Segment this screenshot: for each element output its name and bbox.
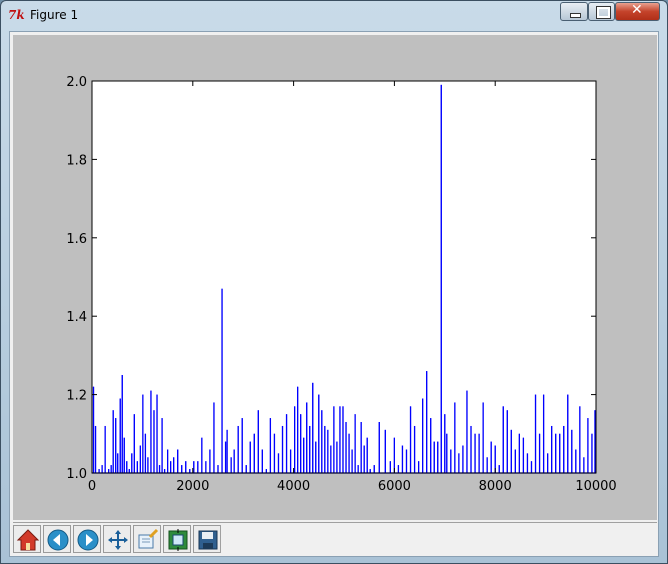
home-icon (16, 529, 40, 551)
y-tick-label: 1.2 (66, 389, 87, 404)
y-tick-label: 1.6 (66, 232, 87, 247)
x-tick-label: 6000 (378, 479, 411, 494)
pan-button[interactable] (103, 525, 131, 553)
home-button[interactable] (13, 525, 41, 553)
plot-area[interactable]: 0 2000 4000 6000 8000 10000 1.0 1.2 1.4 1.6 1.8 2.0 (13, 35, 657, 520)
maximize-icon (596, 6, 611, 19)
figure-window: 7k Figure 1 ✕ 0 2000 4000 6000 8000 10000 1.0 1… (0, 0, 668, 564)
x-tick-label: 10000 (575, 479, 616, 494)
title-bar[interactable]: 7k Figure 1 ✕ (1, 1, 667, 31)
forward-arrow-icon (77, 529, 99, 551)
y-tick-label: 1.8 (66, 153, 87, 168)
close-button[interactable]: ✕ (615, 2, 660, 21)
figure-canvas[interactable]: 0 2000 4000 6000 8000 10000 1.0 1.2 1.4 1.6 1.8 2.0 (13, 35, 657, 520)
x-tick-label: 8000 (479, 479, 512, 494)
maximize-button[interactable] (588, 2, 615, 21)
pan-arrows-icon (108, 530, 128, 550)
back-arrow-icon (47, 529, 69, 551)
y-tick-label: 1.0 (66, 467, 87, 482)
tk-feather-icon: 7k (8, 8, 25, 22)
x-tick-label: 2000 (176, 479, 209, 494)
window-client-area: 0 2000 4000 6000 8000 10000 1.0 1.2 1.4 1.6 1.8 2.0 (9, 31, 659, 557)
zoom-button[interactable] (133, 525, 161, 553)
back-button[interactable] (43, 525, 71, 553)
zoom-rect-icon (138, 528, 159, 549)
forward-button[interactable] (73, 525, 101, 553)
window-title: Figure 1 (30, 8, 79, 22)
x-tick-label: 0 (88, 479, 96, 494)
minimize-icon (570, 13, 581, 18)
navigation-toolbar (13, 522, 657, 555)
subplots-config-icon (168, 529, 188, 551)
save-button[interactable] (193, 525, 221, 553)
minimize-button[interactable] (560, 2, 588, 21)
axes-background (92, 81, 596, 473)
close-icon: ✕ (631, 2, 643, 18)
subplots-button[interactable] (163, 525, 191, 553)
toolbar-separator (220, 525, 221, 553)
floppy-disk-icon (198, 530, 218, 550)
y-tick-label: 1.4 (66, 310, 87, 325)
x-tick-label: 4000 (277, 479, 310, 494)
y-tick-label: 2.0 (66, 75, 87, 90)
